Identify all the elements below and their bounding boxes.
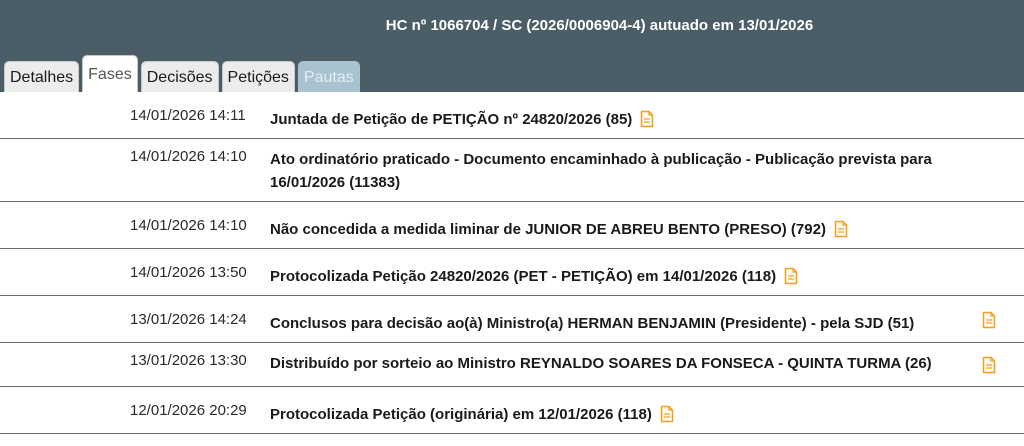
phase-row: 13/01/2026 13:30 Distribuído por sorteio… [0, 343, 1024, 387]
phase-description: Ato ordinatório praticado - Documento en… [270, 151, 932, 191]
phases-list: 14/01/2026 14:11 Juntada de Petição de P… [0, 92, 1024, 434]
document-icon[interactable] [982, 311, 996, 329]
phase-row: 14/01/2026 14:10 Ato ordinatório pratica… [0, 139, 1024, 202]
phase-row: 13/01/2026 14:24 Conclusos para decisão … [0, 296, 1024, 343]
phase-description: Distribuído por sorteio ao Ministro REYN… [270, 355, 932, 372]
phase-datetime: 14/01/2026 14:10 [130, 148, 247, 165]
document-icon[interactable] [660, 405, 674, 423]
phase-description: Protocolizada Petição (originária) em 12… [270, 406, 652, 423]
phase-description: Não concedida a medida liminar de JUNIOR… [270, 221, 826, 238]
tab-decisoes[interactable]: Decisões [140, 61, 219, 92]
document-icon[interactable] [834, 220, 848, 238]
phase-datetime: 14/01/2026 13:50 [130, 264, 247, 281]
tab-fases[interactable]: Fases [82, 55, 138, 92]
phase-description: Protocolizada Petição 24820/2026 (PET - … [270, 268, 777, 285]
phase-datetime: 14/01/2026 14:11 [130, 107, 246, 124]
tab-detalhes[interactable]: Detalhes [4, 61, 80, 92]
phase-row: 12/01/2026 20:29 Protocolizada Petição (… [0, 387, 1024, 434]
phase-row: 14/01/2026 14:10 Não concedida a medida … [0, 202, 1024, 249]
document-icon[interactable] [784, 267, 798, 285]
document-icon[interactable] [640, 110, 654, 128]
phase-row: 14/01/2026 14:11 Juntada de Petição de P… [0, 92, 1024, 139]
document-icon[interactable] [982, 356, 996, 374]
phase-datetime: 13/01/2026 13:30 [130, 352, 247, 369]
phase-datetime: 14/01/2026 14:10 [130, 217, 247, 234]
tab-bar: Detalhes Fases Decisões Petições Pautas [4, 55, 363, 92]
phase-description: Conclusos para decisão ao(à) Ministro(a)… [270, 315, 915, 332]
phase-datetime: 12/01/2026 20:29 [130, 402, 247, 419]
phase-description: Juntada de Petição de PETIÇÃO nº 24820/2… [270, 111, 633, 128]
phase-datetime: 13/01/2026 14:24 [130, 311, 247, 328]
tab-pautas: Pautas [297, 61, 360, 92]
tab-peticoes[interactable]: Petições [221, 61, 295, 92]
process-header: HC nº 1066704 / SC (2026/0006904-4) autu… [0, 0, 1024, 92]
phase-row: 14/01/2026 13:50 Protocolizada Petição 2… [0, 249, 1024, 296]
process-title: HC nº 1066704 / SC (2026/0006904-4) autu… [385, 17, 814, 34]
